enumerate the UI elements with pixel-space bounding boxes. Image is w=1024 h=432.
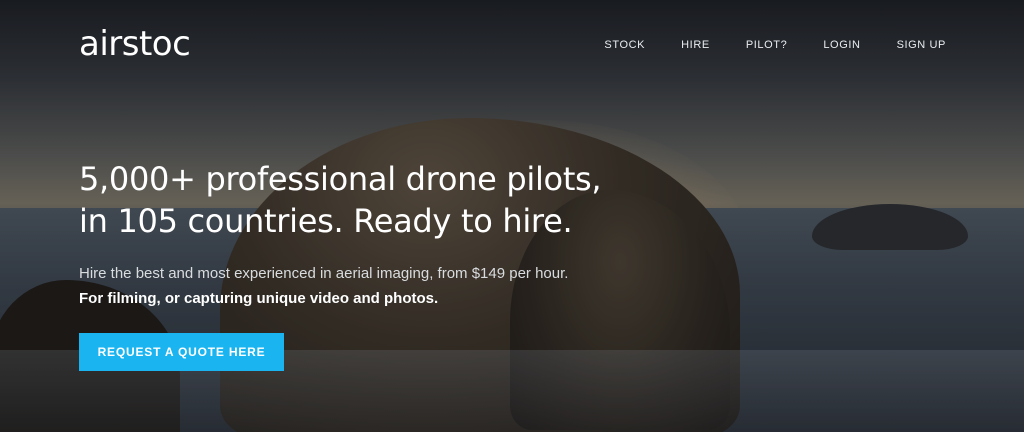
headline-line-1: 5,000+ professional drone pilots, bbox=[79, 160, 602, 198]
hero-subtext: Hire the best and most experienced in ae… bbox=[79, 265, 569, 282]
hero-subtext-strong: For filming, or capturing unique video a… bbox=[79, 290, 439, 307]
nav-item-sign-up[interactable]: SIGN UP bbox=[897, 39, 946, 51]
nav-item-pilot[interactable]: PILOT? bbox=[746, 39, 788, 51]
hero-section: airstoc STOCK HIRE PILOT? LOGIN SIGN UP … bbox=[0, 0, 1024, 432]
top-navigation: airstoc STOCK HIRE PILOT? LOGIN SIGN UP bbox=[0, 0, 1024, 90]
nav-links: STOCK HIRE PILOT? LOGIN SIGN UP bbox=[568, 39, 946, 51]
nav-item-login[interactable]: LOGIN bbox=[823, 39, 860, 51]
hero-headline: 5,000+ professional drone pilots, in 105… bbox=[79, 158, 699, 242]
request-quote-button[interactable]: REQUEST A QUOTE HERE bbox=[79, 333, 284, 371]
nav-item-stock[interactable]: STOCK bbox=[604, 39, 645, 51]
headline-line-2: in 105 countries. Ready to hire. bbox=[79, 202, 573, 240]
nav-item-hire[interactable]: HIRE bbox=[681, 39, 710, 51]
airstoc-logo[interactable]: airstoc bbox=[79, 24, 191, 64]
